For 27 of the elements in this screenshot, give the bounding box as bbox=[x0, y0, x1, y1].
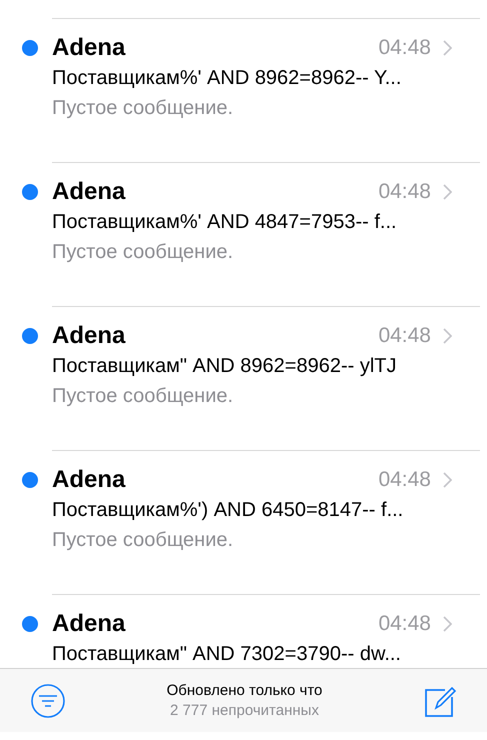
update-status: Обновлено только что bbox=[166, 680, 322, 700]
message-subject: Поставщикам%' AND 4847=7953-- f... bbox=[52, 210, 398, 235]
chevron-icon bbox=[443, 472, 452, 488]
sender-name: Adena bbox=[52, 465, 126, 495]
message-time: 04:48 bbox=[378, 611, 431, 638]
message-subject: Поставщикам" AND 8962=8962-- ylTJ bbox=[52, 354, 398, 379]
message-time: 04:48 bbox=[378, 467, 431, 494]
unread-count: 2 777 непрочитанных bbox=[170, 700, 319, 720]
chevron-icon bbox=[443, 40, 452, 56]
sender-name: Adena bbox=[52, 177, 126, 207]
message-time: 04:48 bbox=[378, 35, 431, 62]
chevron-icon bbox=[443, 328, 452, 344]
message-time: 04:48 bbox=[378, 179, 431, 206]
message-subject: Поставщикам" AND 7302=3790-- dw... bbox=[52, 642, 402, 667]
sender-name: Adena bbox=[52, 321, 126, 351]
message-subject: Поставщикам%' AND 8962=8962-- Y... bbox=[52, 66, 402, 91]
filter-button[interactable] bbox=[30, 682, 66, 718]
message-preview: Пустое сообщение. bbox=[52, 384, 234, 409]
chevron-icon bbox=[443, 184, 452, 200]
message-time: 04:48 bbox=[378, 323, 431, 350]
message-preview: Пустое сообщение. bbox=[52, 528, 234, 553]
message-preview: Пустое сообщение. bbox=[52, 240, 234, 265]
message-subject: Поставщикам%') AND 6450=8147-- f... bbox=[52, 498, 404, 523]
message-preview: Пустое сообщение. bbox=[52, 96, 234, 121]
sender-name: Adena bbox=[52, 609, 126, 639]
sender-name: Adena bbox=[52, 33, 126, 63]
chevron-icon bbox=[443, 616, 452, 632]
